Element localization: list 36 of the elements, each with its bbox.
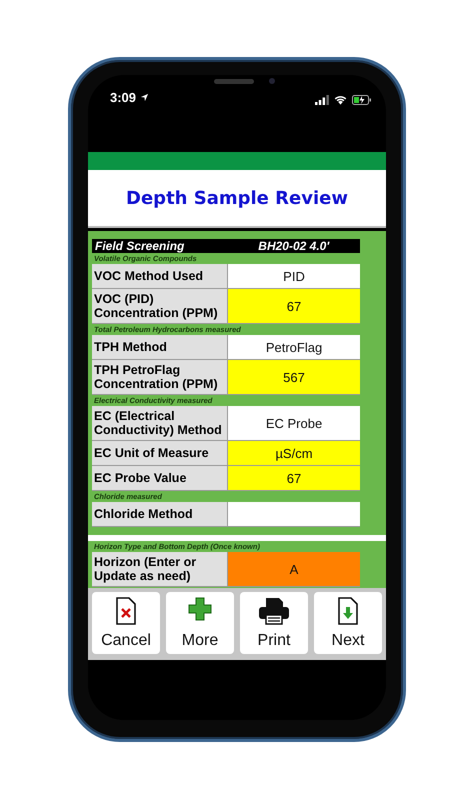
- plus-icon: [188, 597, 212, 621]
- document-down-arrow-icon: [338, 597, 358, 625]
- field-label: EC (Electrical Conductivity) Method: [92, 406, 228, 440]
- field-value[interactable]: 567: [228, 360, 360, 394]
- field-value[interactable]: A: [228, 552, 360, 586]
- wifi-icon: [334, 95, 347, 105]
- field-label: TPH Method: [92, 335, 228, 359]
- field-value[interactable]: µS/cm: [228, 441, 360, 465]
- sample-code: BH20-02 4.0': [257, 239, 330, 253]
- location-arrow-icon: [140, 93, 150, 102]
- field-value[interactable]: EC Probe: [228, 406, 360, 440]
- clock: 3:09: [110, 90, 150, 105]
- page-title: Depth Sample Review: [126, 188, 348, 208]
- battery-charging-icon: [352, 95, 372, 105]
- field-label: Horizon (Enter or Update as need): [92, 552, 228, 586]
- field-value[interactable]: 67: [228, 466, 360, 490]
- cancel-button[interactable]: Cancel: [92, 592, 160, 654]
- signal-icon: [315, 95, 329, 105]
- field-label: Chloride Method: [92, 502, 228, 526]
- field-label: TPH PetroFlag Concentration (PPM): [92, 360, 228, 394]
- field-value[interactable]: [228, 502, 360, 526]
- field-label: VOC Method Used: [92, 264, 228, 288]
- more-button[interactable]: More: [166, 592, 234, 654]
- next-button[interactable]: Next: [314, 592, 382, 654]
- print-button[interactable]: Print: [240, 592, 308, 654]
- document-x-icon: [116, 597, 136, 625]
- field-value[interactable]: 67: [228, 289, 360, 323]
- camera-lens: [269, 78, 275, 84]
- field-label: EC Unit of Measure: [92, 441, 228, 465]
- field-label: EC Probe Value: [92, 466, 228, 490]
- speaker-grille: [214, 79, 254, 84]
- field-value[interactable]: PID: [228, 264, 360, 288]
- section-title: Field Screening: [94, 239, 186, 253]
- field-label: VOC (PID) Concentration (PPM): [92, 289, 228, 323]
- field-value[interactable]: PetroFlag: [228, 335, 360, 359]
- printer-icon: [258, 597, 290, 625]
